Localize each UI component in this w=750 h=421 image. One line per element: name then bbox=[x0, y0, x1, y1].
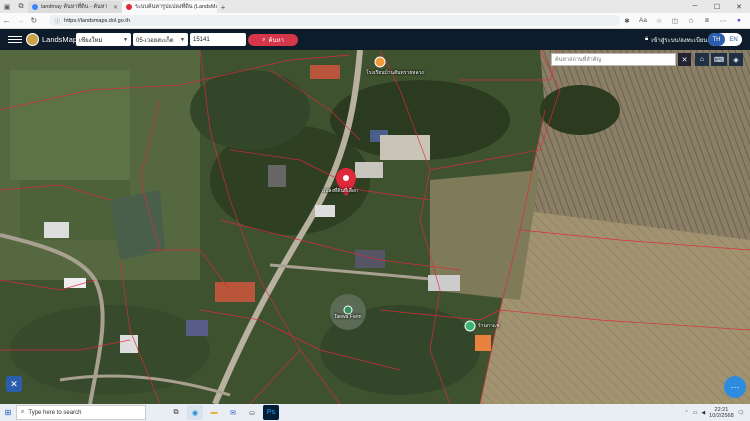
forward-icon: → bbox=[16, 16, 25, 25]
measure-tool-icon[interactable]: ✕ bbox=[6, 376, 22, 392]
network-icon[interactable]: ▭ bbox=[693, 410, 698, 416]
split-screen-icon[interactable]: ◫ bbox=[668, 14, 682, 28]
close-window-icon[interactable]: ✕ bbox=[728, 0, 750, 13]
store-icon[interactable]: ⛀ bbox=[244, 405, 260, 420]
window-controls: ─ ☐ ✕ bbox=[684, 0, 750, 13]
login-label: เข้าสู่ระบบ/ลงทะเบียน bbox=[651, 37, 708, 44]
photoshop-icon[interactable]: Ps bbox=[263, 405, 279, 420]
lang-th-button[interactable]: TH bbox=[708, 33, 725, 46]
tracking-icon[interactable]: ✱ bbox=[620, 14, 634, 28]
favorite-icon[interactable]: ☆ bbox=[652, 14, 666, 28]
reader-icon[interactable]: Aa bbox=[636, 14, 650, 28]
map-imagery bbox=[0, 50, 750, 404]
browser-tab-strip: ▣ ⧉ landmay ค้นหาที่ดิน - ค้นหา ✕ ระบบค้… bbox=[0, 0, 750, 13]
dol-logo-icon bbox=[26, 33, 39, 46]
farm-poi-icon[interactable] bbox=[343, 305, 353, 315]
new-tab-button[interactable]: + bbox=[217, 1, 229, 13]
notifications-icon[interactable]: 🗨︎ bbox=[738, 410, 744, 416]
browser-tab-search[interactable]: landmay ค้นหาที่ดิน - ค้นหา ✕ bbox=[28, 1, 122, 13]
favorites-list-icon[interactable]: ✩ bbox=[684, 14, 698, 28]
parcel-number-input[interactable]: 15141 bbox=[190, 33, 246, 46]
poi-right-label: ร้านกาแฟ bbox=[478, 323, 500, 329]
show-hidden-icons-icon[interactable]: ⌃ bbox=[684, 410, 688, 416]
app-logo-text: LandsMaps bbox=[42, 35, 81, 44]
place-search-placeholder: ค้นหาสถานที่สำคัญ bbox=[555, 56, 602, 63]
more-menu-icon[interactable]: ⋯ bbox=[716, 14, 730, 28]
layers-icon[interactable]: ◈ bbox=[729, 53, 743, 66]
file-explorer-icon[interactable]: ▬ bbox=[206, 405, 222, 420]
volume-icon[interactable]: ◀ bbox=[701, 410, 705, 416]
minimize-icon[interactable]: ─ bbox=[684, 0, 706, 13]
district-value: 05-เวอยสะเก็ด bbox=[136, 37, 174, 44]
chevron-down-icon: ▼ bbox=[123, 36, 128, 43]
tab-title: ระบบค้นหารูปแปลงที่ดิน (LandsMaps) bbox=[135, 4, 217, 10]
clock-date: 10/2/2568 bbox=[709, 412, 734, 419]
satellite-map[interactable]: แปลงที่ดินที่เลือก โรงเรียนบ้านสันทรายหล… bbox=[0, 50, 750, 404]
search-button[interactable]: ⌕ ค้นหา bbox=[248, 34, 298, 46]
search-icon: ⌕ bbox=[262, 36, 266, 43]
windows-start-icon[interactable]: ⊞ bbox=[0, 404, 16, 421]
url-field[interactable]: ⓘ https://landsmaps.dol.go.th bbox=[48, 15, 620, 26]
clear-search-icon[interactable]: ✕ bbox=[678, 53, 691, 66]
collections-icon[interactable]: ⧈ bbox=[700, 14, 714, 28]
cafe-poi-icon[interactable] bbox=[464, 320, 476, 332]
windows-taskbar: ⊞ ⌕ Type here to search ⧉ ◉ ▬ ✉ ⛀ Ps ⌃ ▭… bbox=[0, 404, 750, 421]
tab-title: landmay ค้นหาที่ดิน - ค้นหา bbox=[41, 4, 108, 10]
site-info-icon[interactable]: ⓘ bbox=[55, 17, 61, 25]
address-bar: ← → ↻ ⓘ https://landsmaps.dol.go.th ✱ Aa… bbox=[0, 13, 750, 29]
login-link[interactable]: 🔒︎ เข้าสู่ระบบ/ลงทะเบียน bbox=[645, 33, 707, 46]
refresh-icon[interactable]: ↻ bbox=[27, 14, 41, 28]
keyboard-icon[interactable]: ⌨ bbox=[711, 53, 727, 66]
edge-icon[interactable]: ◉ bbox=[187, 405, 203, 420]
search-button-label: ค้นหา bbox=[268, 38, 284, 44]
taskbar-search-placeholder: Type here to search bbox=[28, 409, 82, 416]
place-search-input[interactable]: ค้นหาสถานที่สำคัญ bbox=[551, 53, 676, 66]
copilot-icon[interactable]: ● bbox=[732, 14, 746, 28]
back-icon[interactable]: ← bbox=[0, 14, 14, 28]
workspaces-icon[interactable]: ⧉ bbox=[14, 0, 28, 13]
more-options-fab[interactable]: ⋯ bbox=[724, 376, 746, 398]
mail-icon[interactable]: ✉ bbox=[225, 405, 241, 420]
province-value: เชียงใหม่ bbox=[79, 37, 103, 44]
system-tray: ⌃ ▭ ◀ 22:21 10/2/2568 🗨︎ bbox=[684, 407, 750, 419]
district-select[interactable]: 05-เวอยสะเก็ด ▼ bbox=[133, 33, 188, 46]
taskbar-apps: ⧉ ◉ ▬ ✉ ⛀ Ps bbox=[168, 405, 279, 420]
browser-toolbar-icons: ✱ Aa ☆ ◫ ✩ ⧈ ⋯ ● bbox=[620, 14, 750, 28]
province-select[interactable]: เชียงใหม่ ▼ bbox=[76, 33, 131, 46]
close-tab-icon[interactable]: ✕ bbox=[113, 4, 118, 11]
chevron-down-icon: ▼ bbox=[180, 36, 185, 43]
language-switch: TH EN bbox=[708, 33, 742, 46]
app-header: LandsMaps เชียงใหม่ ▼ 05-เวอยสะเก็ด ▼ 15… bbox=[0, 29, 750, 50]
lang-en-button[interactable]: EN bbox=[725, 33, 742, 46]
browser-tab-landsmaps[interactable]: ระบบค้นหารูปแปลงที่ดิน (LandsMaps) ✕ bbox=[122, 1, 217, 13]
maximize-icon[interactable]: ☐ bbox=[706, 0, 728, 13]
clock[interactable]: 22:21 10/2/2568 bbox=[709, 407, 733, 419]
task-view-icon[interactable]: ⧉ bbox=[168, 405, 184, 420]
taskbar-search-input[interactable]: ⌕ Type here to search bbox=[16, 405, 146, 420]
poi-farm-label: Taewa Farm bbox=[334, 314, 362, 320]
tab-actions-icon[interactable]: ▣ bbox=[0, 0, 14, 13]
menu-icon[interactable] bbox=[8, 35, 22, 44]
landsmaps-tab-favicon-icon bbox=[126, 4, 132, 10]
parcel-number-value: 15141 bbox=[193, 36, 210, 43]
poi-top-label: โรงเรียนบ้านสันทรายหลวง bbox=[366, 70, 424, 76]
search-icon: ⌕ bbox=[21, 409, 25, 415]
home-icon[interactable]: ⌂ bbox=[695, 53, 709, 66]
school-poi-icon[interactable] bbox=[374, 56, 386, 68]
search-tab-favicon-icon bbox=[32, 4, 38, 10]
selected-parcel-label: แปลงที่ดินที่เลือก bbox=[322, 188, 358, 194]
url-text: https://landsmaps.dol.go.th bbox=[64, 17, 130, 24]
lock-icon: 🔒︎ bbox=[645, 36, 649, 42]
